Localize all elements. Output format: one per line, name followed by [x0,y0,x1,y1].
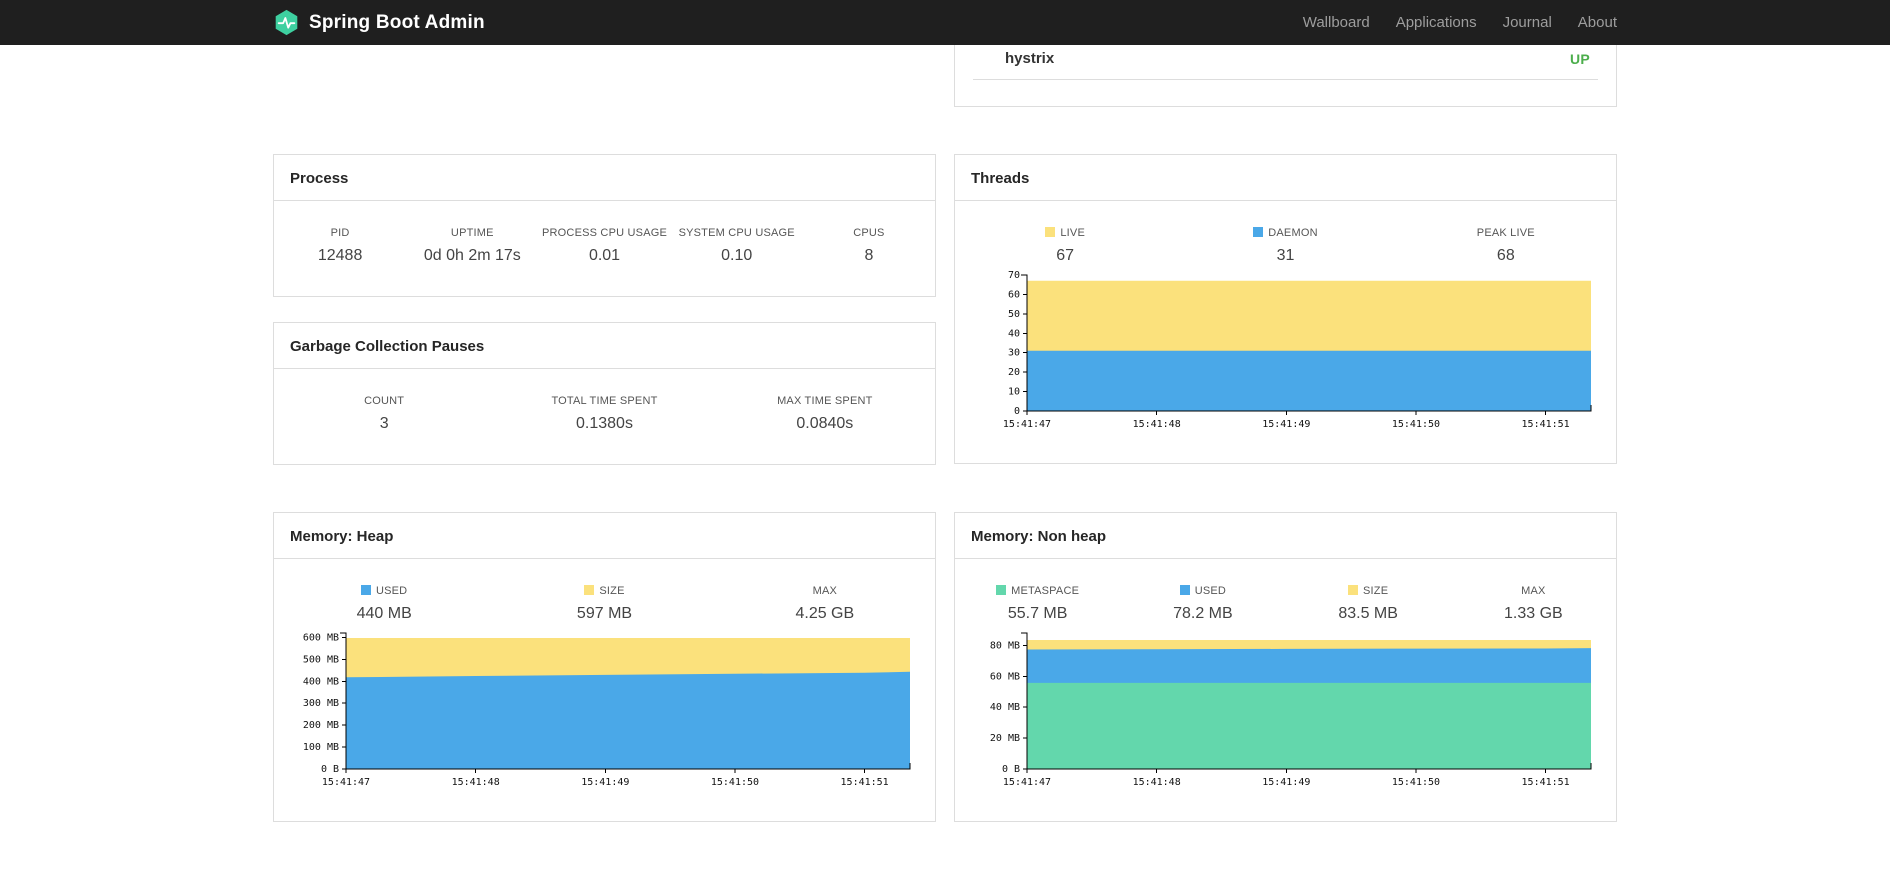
gc-metrics: COUNT 3 TOTAL TIME SPENT 0.1380s MAX TIM… [274,369,935,433]
legend-swatch-used [1179,585,1190,595]
svg-text:70: 70 [1008,270,1020,281]
metric-nonheap-max: MAX 1.33 GB [1504,585,1563,622]
panel-title: Process [274,155,935,201]
metric-gc-total-time: TOTAL TIME SPENT 0.1380s [551,395,658,432]
nav-item-journal[interactable]: Journal [1490,0,1565,45]
svg-text:15:41:50: 15:41:50 [711,777,759,788]
heap-panel: Memory: Heap USED 440 MB SIZE 597 MB MAX… [273,512,936,822]
process-panel: Process PID 12488 UPTIME 0d 0h 2m 17s PR… [273,154,936,297]
svg-text:0: 0 [1014,406,1020,417]
svg-text:100 MB: 100 MB [303,742,339,753]
metric-heap-max: MAX 4.25 GB [795,585,855,622]
metric-nonheap-metaspace: METASPACE 55.7 MB [955,585,1120,623]
panel-title: Memory: Heap [274,513,935,559]
gc-panel: Garbage Collection Pauses COUNT 3 TOTAL … [273,322,936,465]
metric-process-cpu: PROCESS CPU USAGE 0.01 [541,227,668,264]
legend-swatch-metaspace [996,585,1007,595]
brand-title: Spring Boot Admin [309,11,485,33]
svg-text:60 MB: 60 MB [990,671,1020,682]
svg-text:15:41:50: 15:41:50 [1392,419,1440,430]
brand-heartbeat-icon [275,9,298,36]
navbar: Spring Boot Admin Wallboard Applications… [0,0,1890,45]
svg-text:0 B: 0 B [321,764,339,775]
metric-threads-daemon: DAEMON 31 [1175,227,1395,265]
legend-swatch-daemon [1253,227,1264,237]
svg-text:20 MB: 20 MB [990,733,1020,744]
svg-text:15:41:51: 15:41:51 [841,777,889,788]
svg-text:15:41:49: 15:41:49 [581,777,629,788]
heap-chart: 0 B 100 MB 200 MB 300 MB 400 MB 500 MB 600 MB 1… [303,632,911,788]
svg-text:15:41:49: 15:41:49 [1262,419,1310,430]
metric-pid: PID 12488 [317,227,363,264]
svg-text:15:41:47: 15:41:47 [322,777,370,788]
svg-text:300 MB: 300 MB [303,698,339,709]
svg-text:200 MB: 200 MB [303,720,339,731]
svg-text:60: 60 [1008,289,1020,300]
svg-text:500 MB: 500 MB [303,654,339,665]
metric-system-cpu: SYSTEM CPU USAGE 0.10 [678,227,795,264]
metric-gc-max-time: MAX TIME SPENT 0.0840s [777,395,873,432]
svg-text:15:41:48: 15:41:48 [1133,777,1181,788]
brand[interactable]: Spring Boot Admin [273,9,485,36]
svg-text:600 MB: 600 MB [303,632,339,643]
nav-item-applications[interactable]: Applications [1383,0,1490,45]
process-metrics: PID 12488 UPTIME 0d 0h 2m 17s PROCESS CP… [274,201,935,265]
nonheap-legend: METASPACE 55.7 MB USED 78.2 MB SIZE 83.5… [955,559,1616,623]
svg-text:400 MB: 400 MB [303,676,339,687]
svg-text:15:41:48: 15:41:48 [452,777,500,788]
legend-swatch-live [1045,227,1056,237]
metric-threads-live: LIVE 67 [955,227,1175,265]
metric-uptime: UPTIME 0d 0h 2m 17s [423,227,521,264]
svg-text:15:41:48: 15:41:48 [1133,419,1181,430]
metric-heap-size: SIZE 597 MB [576,585,633,622]
metric-gc-count: COUNT 3 [364,395,405,432]
svg-text:0 B: 0 B [1002,764,1020,775]
nonheap-panel: Memory: Non heap METASPACE 55.7 MB USED … [954,512,1617,822]
health-service-name: hystrix [1005,50,1055,67]
svg-text:30: 30 [1008,348,1020,359]
metric-nonheap-used: USED 78.2 MB [1173,585,1233,622]
nav-item-wallboard[interactable]: Wallboard [1290,0,1383,45]
svg-text:15:41:51: 15:41:51 [1522,419,1570,430]
svg-text:15:41:50: 15:41:50 [1392,777,1440,788]
svg-text:15:41:51: 15:41:51 [1522,777,1570,788]
svg-text:15:41:47: 15:41:47 [1003,777,1051,788]
threads-chart: 0 10 20 30 40 50 60 70 15:41:47 15:41:48 15:41:49 1… [1003,270,1592,430]
metric-nonheap-size: SIZE 83.5 MB [1338,585,1398,622]
svg-text:50: 50 [1008,309,1020,320]
svg-text:20: 20 [1008,367,1020,378]
heap-legend: USED 440 MB SIZE 597 MB MAX 4.25 GB [274,559,935,623]
svg-text:15:41:49: 15:41:49 [1262,777,1310,788]
legend-swatch-used [360,585,371,595]
panel-title: Memory: Non heap [955,513,1616,559]
panel-title: Garbage Collection Pauses [274,323,935,369]
svg-text:40: 40 [1008,328,1020,339]
svg-text:80 MB: 80 MB [990,640,1020,651]
panel-title: Threads [955,155,1616,201]
main-content: hystrix UP Process PID 12488 UPTIME 0d 0… [273,0,1617,892]
health-panel-fragment: hystrix UP [954,36,1617,107]
status-badge: UP [1569,50,1590,67]
metric-cpus: CPUS 8 [853,227,885,264]
nav-links: Wallboard Applications Journal About [1290,0,1617,45]
legend-swatch-size [1348,585,1358,595]
nonheap-chart: 0 B 20 MB 40 MB 60 MB 80 MB 15:41:47 15:41:48 1… [990,632,1592,788]
metric-heap-used: USED 440 MB [356,585,412,622]
threads-legend: LIVE 67 DAEMON 31 PEAK LIVE 68 [955,201,1616,265]
metric-threads-peak: PEAK LIVE 68 [1476,227,1535,264]
threads-panel: Threads LIVE 67 DAEMON 31 PEAK LIVE 68 0… [954,154,1617,464]
svg-text:15:41:47: 15:41:47 [1003,419,1051,430]
nav-item-about[interactable]: About [1565,0,1617,45]
svg-text:10: 10 [1008,387,1020,398]
svg-text:40 MB: 40 MB [990,702,1020,713]
legend-swatch-size [584,585,595,595]
